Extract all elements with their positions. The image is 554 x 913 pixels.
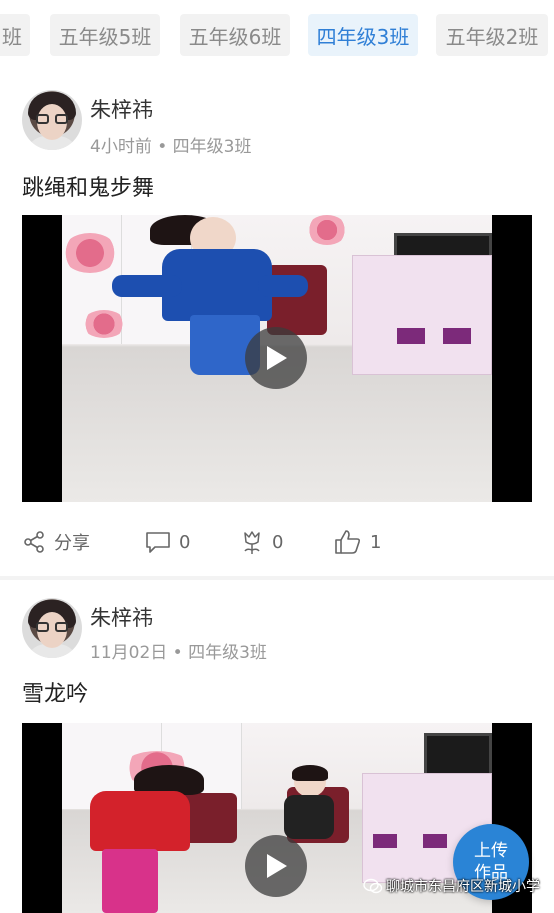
comment-icon	[146, 532, 170, 553]
upload-label-line1: 上传	[474, 841, 508, 861]
watermark-text: 聊城市东昌府区新城小学	[386, 879, 540, 895]
post-actions: 分享 0 0 1	[0, 522, 554, 562]
flower-count: 0	[272, 531, 284, 553]
share-label: 分享	[54, 533, 90, 554]
play-icon[interactable]	[245, 327, 307, 389]
tab-grade5-class2[interactable]: 五年级2班	[436, 14, 548, 56]
post-meta: 4小时前 • 四年级3班	[90, 137, 252, 157]
flower-button[interactable]: 0	[240, 522, 283, 562]
post-card: 朱梓祎 4小时前 • 四年级3班 跳绳和鬼步舞 分享 0 0 1	[0, 72, 554, 577]
tab-partial[interactable]: 班	[0, 14, 30, 56]
flower-icon	[244, 531, 260, 554]
author-name[interactable]: 朱梓祎	[90, 602, 153, 632]
post-title: 雪龙吟	[22, 682, 89, 707]
play-icon[interactable]	[245, 835, 307, 897]
comment-count: 0	[179, 531, 191, 553]
like-count: 1	[370, 531, 382, 553]
author-name[interactable]: 朱梓祎	[90, 94, 153, 124]
class-tab-bar: 班 五年级5班 五年级6班 四年级3班 五年级2班	[0, 0, 554, 72]
avatar[interactable]	[22, 598, 82, 658]
tab-grade5-class5[interactable]: 五年级5班	[50, 14, 160, 56]
tab-grade5-class6[interactable]: 五年级6班	[180, 14, 290, 56]
avatar[interactable]	[22, 90, 82, 150]
tab-grade4-class3[interactable]: 四年级3班	[308, 14, 418, 56]
thumbs-up-icon	[335, 530, 361, 554]
post-title: 跳绳和鬼步舞	[22, 176, 155, 201]
video-player[interactable]	[22, 215, 532, 502]
share-button[interactable]: 分享	[22, 522, 90, 562]
like-button[interactable]: 1	[334, 522, 381, 562]
watermark: 聊城市东昌府区新城小学	[363, 874, 540, 898]
share-icon	[24, 531, 44, 553]
post-meta: 11月02日 • 四年级3班	[90, 643, 267, 663]
comment-button[interactable]: 0	[145, 522, 190, 562]
wechat-icon	[363, 878, 383, 894]
